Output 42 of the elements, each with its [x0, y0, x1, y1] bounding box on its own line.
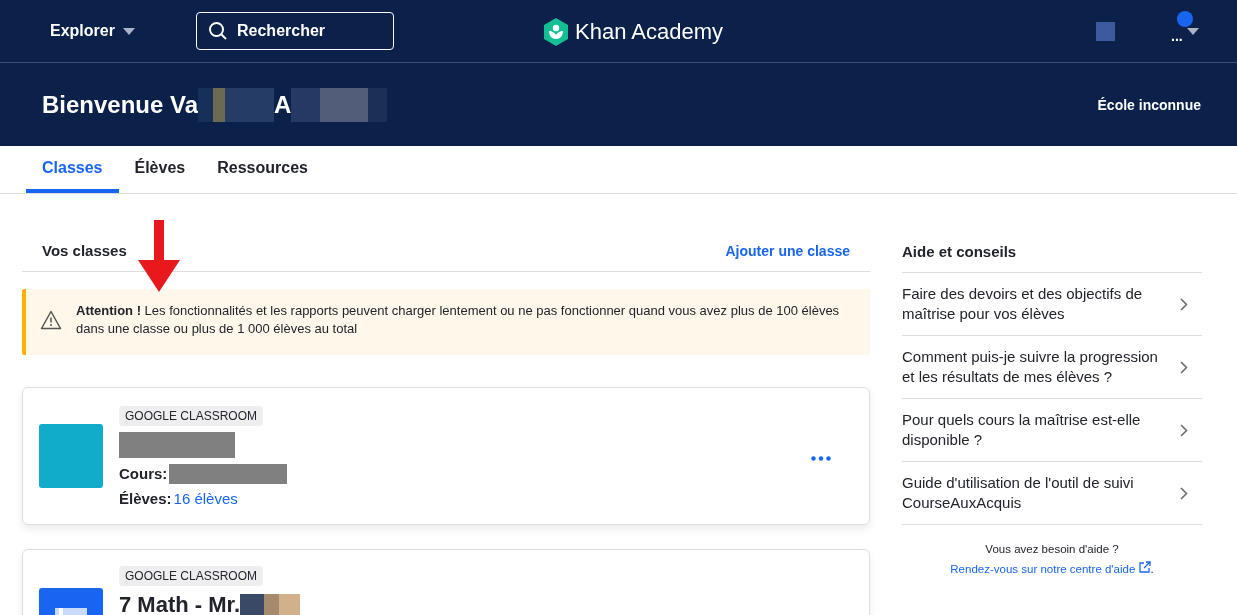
logo-text: Khan Academy: [575, 19, 723, 45]
more-icon: [811, 455, 831, 461]
tab[interactable]: Ressources: [201, 146, 324, 193]
warning-text: Attention ! Les fonctionnalités et les rapports peuvent charger lentement ou ne pas fonctionner quand vous avez plus de 100 élèves dans une classe ou plus de 1 000 élèves au total: [76, 302, 841, 338]
class-name: 7 Math - Mr.: [119, 592, 240, 615]
class-card[interactable]: GOOGLE CLASSROOM 7 Math - Mr.: [22, 549, 870, 615]
arrow-icon: [138, 220, 180, 292]
help-item[interactable]: Faire des devoirs et des objectifs de maîtrise pour vos élèves: [902, 273, 1202, 336]
students-link[interactable]: 16 élèves: [173, 489, 238, 507]
caret-icon: [1186, 28, 1199, 35]
tab[interactable]: Classes: [26, 146, 119, 193]
help-item[interactable]: Guide d'utilisation de l'outil de suivi CourseAuxAcquis: [902, 462, 1202, 525]
students-label: Élèves:: [119, 489, 172, 507]
course-label: Cours:: [119, 465, 168, 482]
help-item[interactable]: Comment puis-je suivre la progression et les résultats de mes élèves ?: [902, 336, 1202, 399]
tab[interactable]: Élèves: [118, 146, 202, 193]
caret-icon: [122, 27, 135, 35]
source-tag: GOOGLE CLASSROOM: [119, 405, 264, 426]
chevron-right-icon: [1180, 486, 1188, 500]
welcome-heading: A: [274, 90, 292, 119]
school-name: École inconnue: [1097, 96, 1201, 113]
explore-menu[interactable]: Explorer: [50, 22, 196, 40]
external-link-icon: [1138, 561, 1151, 573]
chevron-right-icon: [1180, 297, 1188, 311]
welcome-heading: Bienvenue Va: [42, 90, 199, 119]
search-field[interactable]: Rechercher: [196, 12, 394, 50]
chevron-right-icon: [1180, 423, 1188, 437]
class-card[interactable]: GOOGLE CLASSROOM Cours: Élèves:16 élèves: [22, 387, 870, 525]
help-item[interactable]: Pour quels cours la maîtrise est-elle disponible ?: [902, 399, 1202, 462]
redacted-name: [240, 594, 300, 615]
warning-icon: [40, 310, 62, 330]
source-tag: GOOGLE CLASSROOM: [119, 566, 264, 586]
help-center-link[interactable]: Rendez-vous sur notre centre d'aide: [950, 563, 1151, 575]
section-title: Vos classes: [42, 242, 127, 259]
logo-icon: [543, 18, 569, 46]
add-class-link[interactable]: Ajouter une classe: [725, 242, 850, 259]
help-text: Vous avez besoin d'aide ? Rendez-vous sur notre centre d'aide .: [949, 542, 1155, 577]
search-icon: [208, 21, 228, 41]
help-title: Aide et conseils: [902, 230, 1202, 273]
avatar-icon: [1177, 11, 1193, 27]
account-menu[interactable]: ...: [1171, 11, 1201, 43]
chevron-right-icon: [1180, 360, 1188, 374]
